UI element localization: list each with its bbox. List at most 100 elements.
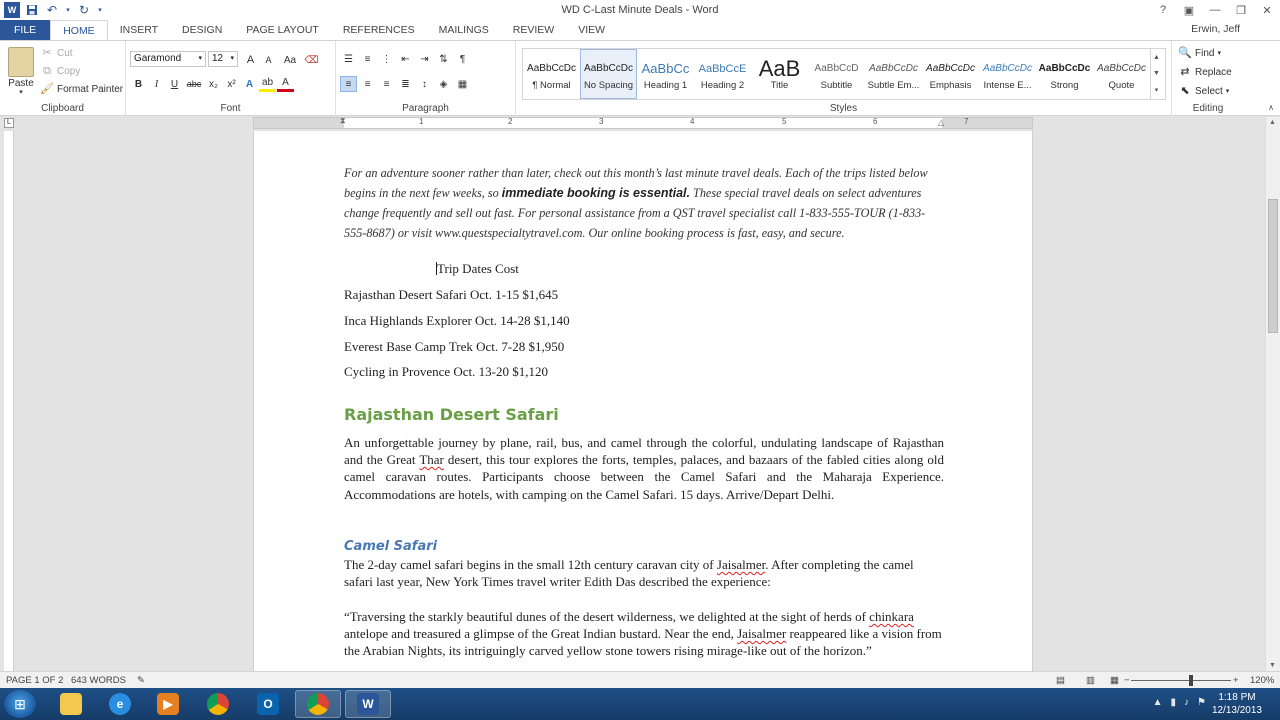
underline-button[interactable]: U — [166, 76, 183, 92]
tab-home[interactable]: HOME — [50, 20, 108, 40]
intro-paragraph[interactable]: For an adventure sooner rather than late… — [344, 163, 944, 243]
scroll-up-icon[interactable]: ▲ — [1269, 119, 1276, 126]
font-name-select[interactable]: Garamond ▾ — [130, 51, 206, 67]
collapse-ribbon-icon[interactable]: ∧ — [1268, 103, 1274, 112]
zoom-slider-thumb[interactable] — [1189, 675, 1193, 686]
font-size-select[interactable]: 12 ▾ — [208, 51, 238, 67]
align-center-icon[interactable]: ≡ — [359, 76, 376, 92]
superscript-button[interactable]: x² — [223, 76, 240, 92]
restore-button[interactable]: ❐ — [1228, 0, 1254, 20]
spelling-flag-word[interactable]: Jaisalmer — [737, 626, 786, 641]
right-indent-marker[interactable]: △ — [938, 118, 944, 127]
scroll-down-icon[interactable]: ▼ — [1269, 662, 1276, 669]
vertical-ruler[interactable] — [4, 131, 14, 671]
tab-mailings[interactable]: MAILINGS — [427, 20, 501, 40]
select-button[interactable]: ⬉ Select ▾ — [1178, 84, 1229, 98]
taskbar-outlook[interactable]: O — [245, 690, 291, 718]
tab-selector[interactable]: L — [4, 118, 14, 128]
heading-rajasthan[interactable]: Rajasthan Desert Safari — [344, 405, 559, 424]
tab-references[interactable]: REFERENCES — [331, 20, 427, 40]
find-button[interactable]: 🔍 Find ▾ — [1178, 46, 1221, 60]
style-subtle-emphasis[interactable]: AaBbCcDc Subtle Em... — [865, 49, 922, 99]
text-effects-icon[interactable]: A — [241, 76, 258, 92]
style-normal[interactable]: AaBbCcDc ¶ Normal — [523, 49, 580, 99]
paste-button[interactable]: Paste ▾ — [8, 47, 34, 96]
ribbon-display-options-icon[interactable]: ▣ — [1176, 0, 1202, 20]
clock[interactable]: 1:18 PM 12/13/2013 — [1212, 691, 1262, 717]
tab-file[interactable]: FILE — [0, 20, 51, 40]
tray-expand-icon[interactable]: ▲ — [1153, 697, 1163, 708]
borders-icon[interactable]: ▦ — [454, 76, 471, 92]
proofing-icon[interactable]: ✎ — [137, 675, 145, 686]
style-quote[interactable]: AaBbCcDc Quote — [1093, 49, 1150, 99]
shading-icon[interactable]: ◈ — [435, 76, 452, 92]
scroll-thumb[interactable] — [1268, 199, 1278, 333]
heading-camel-safari[interactable]: Camel Safari — [344, 539, 437, 554]
page-count[interactable]: PAGE 1 OF 2 — [6, 675, 63, 686]
sort-icon[interactable]: ⇅ — [435, 51, 452, 67]
cut-button[interactable]: ✂ Cut — [40, 46, 72, 60]
style-title[interactable]: AaB Title — [751, 49, 808, 99]
font-color-button[interactable]: A — [277, 76, 294, 92]
spelling-flag-word[interactable]: Jaisalmer — [717, 557, 765, 572]
more-styles-icon[interactable]: ▾ — [1155, 86, 1159, 94]
web-layout-icon[interactable]: ▦ — [1110, 675, 1119, 686]
taskbar-chrome-2[interactable] — [295, 690, 341, 718]
align-right-icon[interactable]: ≡ — [378, 76, 395, 92]
copy-button[interactable]: ⧉ Copy — [40, 64, 80, 78]
word-count[interactable]: 643 WORDS — [71, 675, 126, 686]
tab-review[interactable]: REVIEW — [501, 20, 566, 40]
minimize-button[interactable]: — — [1202, 0, 1228, 20]
table-row[interactable]: Inca Highlands Explorer Oct. 14-28 $1,14… — [344, 313, 570, 329]
network-icon[interactable]: ▮ — [1171, 697, 1177, 708]
increase-indent-icon[interactable]: ⇥ — [416, 51, 433, 67]
zoom-slider[interactable] — [1131, 680, 1231, 681]
style-no-spacing[interactable]: AaBbCcDc No Spacing — [580, 49, 637, 99]
taskbar-word[interactable]: W — [345, 690, 391, 718]
line-spacing-icon[interactable]: ↕ — [416, 76, 433, 92]
tab-design[interactable]: DESIGN — [170, 20, 234, 40]
close-button[interactable]: ✕ — [1254, 0, 1280, 20]
style-strong[interactable]: AaBbCcDc Strong — [1036, 49, 1093, 99]
table-row[interactable]: Everest Base Camp Trek Oct. 7-28 $1,950 — [344, 339, 564, 355]
bullets-icon[interactable]: ☰ — [340, 51, 357, 67]
flag-icon[interactable]: ⚑ — [1197, 697, 1206, 708]
tab-page-layout[interactable]: PAGE LAYOUT — [234, 20, 331, 40]
style-intense-emphasis[interactable]: AaBbCcDc Intense E... — [979, 49, 1036, 99]
taskbar-media-player[interactable]: ▶ — [145, 690, 191, 718]
decrease-indent-icon[interactable]: ⇤ — [397, 51, 414, 67]
zoom-level[interactable]: 120% — [1250, 675, 1274, 686]
quote-paragraph[interactable]: “Traversing the starkly beautiful dunes … — [344, 608, 944, 660]
strikethrough-button[interactable]: abc — [184, 76, 204, 92]
spelling-flag-word[interactable]: chinkara — [869, 609, 914, 624]
taskbar-explorer[interactable] — [48, 690, 94, 718]
user-account[interactable]: Erwin, Jeff — [1191, 23, 1240, 35]
style-heading-2[interactable]: AaBbCcE Heading 2 — [694, 49, 751, 99]
read-mode-icon[interactable]: ▤ — [1056, 675, 1065, 686]
numbering-icon[interactable]: ≡ — [359, 51, 376, 67]
format-painter-button[interactable]: 🖌 Format Painter — [40, 82, 123, 96]
style-subtitle[interactable]: AaBbCcD Subtitle — [808, 49, 865, 99]
bold-button[interactable]: B — [130, 76, 147, 92]
clear-formatting-icon[interactable]: ⌫ — [303, 52, 320, 68]
multilevel-list-icon[interactable]: ⋮ — [378, 51, 395, 67]
table-header-line[interactable]: Trip Dates Cost — [436, 261, 519, 277]
horizontal-ruler[interactable]: 1 2 3 4 5 6 7 ⧗ △ — [253, 116, 1033, 129]
subscript-button[interactable]: x₂ — [205, 76, 222, 92]
chevron-down-icon[interactable]: ▼ — [1153, 70, 1160, 77]
taskbar-chrome[interactable] — [195, 690, 241, 718]
volume-icon[interactable]: ♪ — [1184, 697, 1189, 708]
highlight-icon[interactable]: ab — [259, 76, 276, 92]
table-row[interactable]: Rajasthan Desert Safari Oct. 1-15 $1,645 — [344, 287, 558, 303]
shrink-font-button[interactable]: A — [260, 52, 277, 68]
document-page[interactable]: For an adventure sooner rather than late… — [253, 131, 1033, 671]
align-left-icon[interactable]: ≡ — [340, 76, 357, 92]
show-formatting-marks-icon[interactable]: ¶ — [454, 51, 471, 67]
style-emphasis[interactable]: AaBbCcDc Emphasis — [922, 49, 979, 99]
rajasthan-paragraph[interactable]: An unforgettable journey by plane, rail,… — [344, 434, 944, 503]
tab-insert[interactable]: INSERT — [108, 20, 170, 40]
help-icon[interactable]: ? — [1150, 0, 1176, 20]
spelling-flag-word[interactable]: Thar — [419, 452, 444, 467]
vertical-scrollbar[interactable]: ▲ ▼ — [1265, 117, 1280, 671]
italic-button[interactable]: I — [148, 76, 165, 92]
